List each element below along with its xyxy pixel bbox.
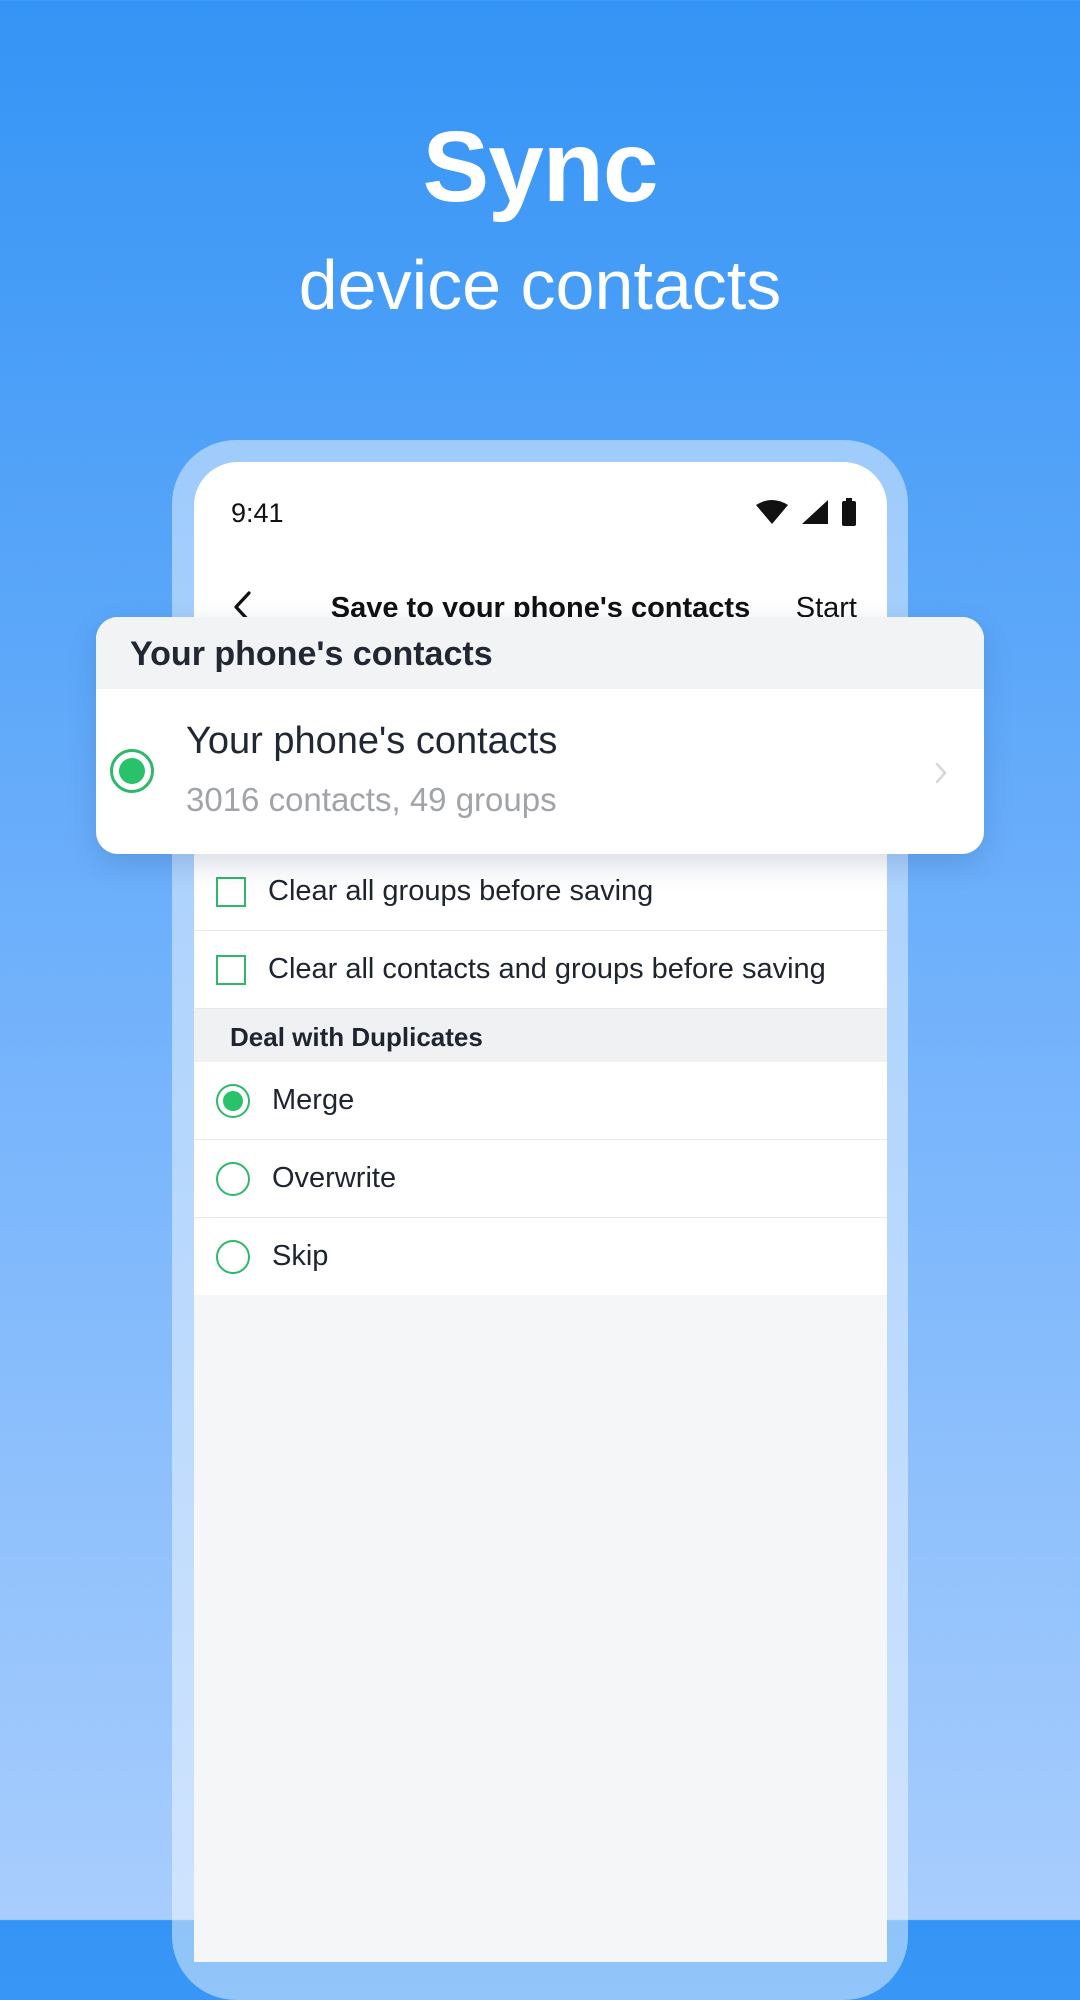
duplicate-option-merge[interactable]: Merge: [194, 1062, 887, 1140]
skip-label: Skip: [272, 1240, 329, 1272]
clear-all-label: Clear all contacts and groups before sav…: [268, 953, 826, 985]
wifi-icon: [755, 499, 789, 525]
duplicate-option-skip[interactable]: Skip: [194, 1218, 887, 1295]
radio-selected-dot: [119, 758, 145, 784]
radio-selected-dot: [223, 1090, 243, 1111]
clear-all-option[interactable]: Clear all contacts and groups before sav…: [194, 931, 887, 1009]
chevron-right-icon: [934, 761, 948, 790]
contacts-source-header: Your phone's contacts: [96, 617, 984, 689]
clear-groups-option[interactable]: Clear all groups before saving: [194, 853, 887, 931]
merge-label: Merge: [272, 1084, 355, 1116]
contacts-source-card[interactable]: Your phone's contacts Your phone's conta…: [96, 617, 984, 854]
duplicate-option-overwrite[interactable]: Overwrite: [194, 1140, 887, 1218]
clear-groups-checkbox[interactable]: [216, 876, 246, 907]
hero-subtitle: device contacts: [298, 246, 782, 324]
duplicates-section-title: Deal with Duplicates: [230, 1022, 483, 1052]
overwrite-radio[interactable]: [216, 1161, 250, 1196]
clear-all-checkbox[interactable]: [216, 954, 246, 985]
skip-radio[interactable]: [216, 1239, 250, 1274]
contacts-source-title: Your phone's contacts: [186, 720, 558, 762]
clear-groups-label: Clear all groups before saving: [268, 875, 654, 907]
contacts-source-radio[interactable]: [110, 749, 154, 793]
hero-title: Sync: [422, 111, 658, 223]
contacts-source-header-label: Your phone's contacts: [130, 635, 493, 673]
battery-icon: [841, 498, 857, 526]
status-bar: 9:41: [194, 462, 887, 562]
status-icons: [755, 498, 857, 526]
status-time: 9:41: [231, 498, 284, 528]
merge-radio[interactable]: [216, 1083, 250, 1118]
duplicates-section-header: Deal with Duplicates: [194, 1009, 887, 1062]
overwrite-label: Overwrite: [272, 1162, 397, 1194]
contacts-source-count: 3016 contacts, 49 groups: [186, 781, 557, 818]
signal-icon: [801, 499, 829, 525]
